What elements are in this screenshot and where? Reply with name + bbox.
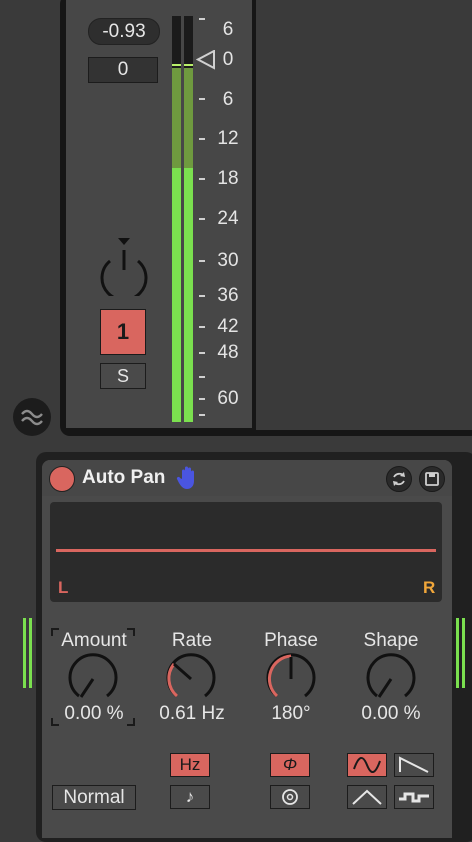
meter-scale-label: 6 bbox=[222, 89, 234, 110]
meter-left-level bbox=[172, 168, 181, 422]
peak-line-right bbox=[184, 64, 193, 66]
input-meter-right bbox=[29, 618, 32, 688]
meter-tick bbox=[199, 98, 205, 100]
random-wave-icon bbox=[399, 792, 429, 803]
rate-hz-button[interactable]: Hz bbox=[170, 753, 210, 777]
pan-knob[interactable] bbox=[96, 238, 152, 296]
hand-icon bbox=[176, 466, 194, 489]
phase-value[interactable]: 180° bbox=[241, 703, 341, 725]
meter-scale-label: 12 bbox=[217, 128, 239, 149]
save-icon bbox=[425, 472, 439, 486]
meter-tick bbox=[199, 376, 205, 378]
wave-routing-icon[interactable] bbox=[13, 398, 51, 436]
sine-wave-button[interactable] bbox=[347, 753, 387, 777]
rate-value[interactable]: 0.61 Hz bbox=[142, 703, 242, 725]
save-preset-button[interactable] bbox=[419, 466, 445, 492]
meter-scale-label: 0 bbox=[222, 49, 234, 70]
amount-knob[interactable] bbox=[66, 652, 120, 706]
meter-tick bbox=[199, 138, 205, 140]
spin-mode-button[interactable] bbox=[270, 785, 310, 809]
meter-scale-label: 48 bbox=[217, 342, 239, 363]
meter-tick bbox=[199, 18, 205, 20]
solo-button[interactable]: S bbox=[100, 363, 146, 389]
output-meter-left bbox=[456, 618, 459, 688]
meter-right-level bbox=[184, 168, 193, 422]
display-left-label: L bbox=[58, 578, 69, 597]
shape-knob[interactable] bbox=[364, 652, 418, 706]
hot-swap-button[interactable] bbox=[386, 466, 412, 492]
random-wave-button[interactable] bbox=[394, 785, 434, 809]
empty-area bbox=[256, 0, 472, 430]
saw-wave-button[interactable] bbox=[394, 753, 434, 777]
input-meter-left bbox=[23, 618, 26, 688]
meter-scale-label: 30 bbox=[217, 250, 239, 271]
meter-tick bbox=[199, 352, 205, 354]
phase-mode-button[interactable]: Φ bbox=[270, 753, 310, 777]
pan-curve-line bbox=[56, 549, 436, 552]
output-meter-right bbox=[462, 618, 465, 688]
mode-button[interactable]: Normal bbox=[52, 785, 136, 810]
shape-value[interactable]: 0.00 % bbox=[341, 703, 441, 725]
triangle-wave-button[interactable] bbox=[347, 785, 387, 809]
phase-label: Phase bbox=[264, 630, 318, 651]
meter-tick bbox=[199, 218, 205, 220]
meter-right-dim bbox=[184, 68, 193, 168]
meter-scale-label: 42 bbox=[217, 316, 239, 337]
device-power-button[interactable] bbox=[49, 466, 75, 492]
display-right-label: R bbox=[423, 578, 436, 597]
amount-value[interactable]: 0.00 % bbox=[44, 703, 144, 725]
phase-knob[interactable] bbox=[264, 652, 318, 706]
shape-label: Shape bbox=[363, 630, 419, 651]
meter-tick bbox=[199, 326, 205, 328]
meter-tick bbox=[199, 398, 205, 400]
meter-scale-label: 60 bbox=[217, 388, 239, 409]
meter-left-dim bbox=[172, 68, 181, 168]
saw-wave-icon bbox=[399, 756, 429, 773]
rate-label: Rate bbox=[171, 630, 213, 651]
peak-line-left bbox=[172, 64, 181, 66]
meter-tick bbox=[199, 414, 205, 416]
meter-tick bbox=[199, 260, 205, 262]
meter-scale-label: 24 bbox=[217, 208, 239, 229]
spin-icon bbox=[282, 789, 298, 805]
meter-tick bbox=[199, 178, 205, 180]
refresh-icon bbox=[393, 472, 405, 486]
volume-readout[interactable]: -0.93 bbox=[88, 18, 160, 45]
sine-wave-icon bbox=[353, 757, 381, 773]
meter-scale-label: 6 bbox=[222, 19, 234, 40]
device-title[interactable]: Auto Pan bbox=[82, 466, 165, 490]
triangle-wave-icon bbox=[352, 789, 382, 805]
meter-tick bbox=[199, 295, 205, 297]
rate-knob[interactable] bbox=[164, 652, 218, 706]
meter-scale-label: 18 bbox=[217, 168, 239, 189]
pan-display bbox=[50, 502, 442, 602]
track-activator-button[interactable]: 1 bbox=[100, 309, 146, 355]
pan-readout[interactable]: 0 bbox=[88, 57, 158, 83]
meter-scale-label: 36 bbox=[217, 285, 239, 306]
rate-sync-button[interactable]: ♪ bbox=[170, 785, 210, 809]
